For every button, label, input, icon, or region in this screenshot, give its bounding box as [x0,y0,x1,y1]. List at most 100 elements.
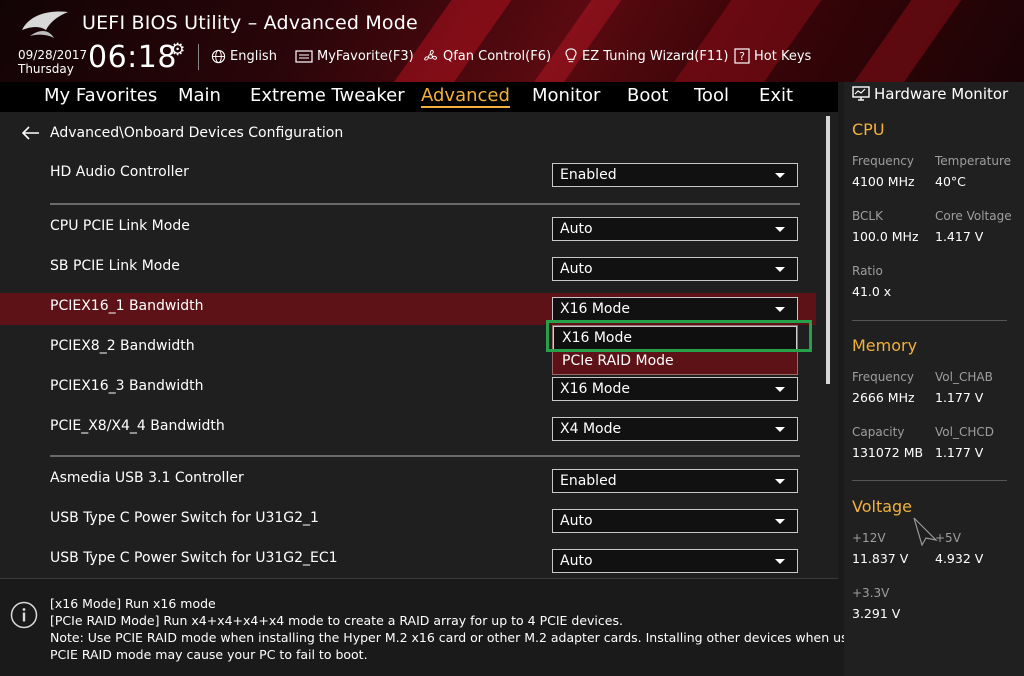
voltage-33v-label: +3.3V [852,586,890,600]
tab-tool[interactable]: Tool [694,85,729,106]
tab-my-favorites[interactable]: My Favorites [44,85,157,106]
dropdown-arrow-icon [775,427,785,432]
tab-extreme-tweaker[interactable]: Extreme Tweaker [250,85,405,106]
memory-vol-chcd-value: 1.177 V [935,445,984,460]
usb-type-c-power-switch-u31g2-ec1-select[interactable]: Auto [552,549,798,573]
dropdown-arrow-icon [775,227,785,232]
pciex16-1-bandwidth-select[interactable]: X16 Mode [552,297,798,321]
cpu-ratio-label: Ratio [852,264,883,278]
memory-vol-chab-label: Vol_CHAB [935,370,993,384]
cpu-core-voltage-value: 1.417 V [935,229,984,244]
select-value: X16 Mode [560,381,630,397]
section-divider [50,203,800,205]
usb-type-c-power-switch-u31g2-1-select[interactable]: Auto [552,509,798,533]
tab-exit[interactable]: Exit [759,85,793,106]
help-text-line: Note: Use PCIE RAID mode when installing… [50,630,867,645]
memory-vol-chcd-label: Vol_CHCD [935,425,994,439]
cpu-temperature-value: 40°C [935,174,966,189]
tab-monitor[interactable]: Monitor [532,85,600,106]
help-info-panel: [x16 Mode] Run x16 mode [PCIe RAID Mode]… [0,578,867,676]
asmedia-usb31-controller-select[interactable]: Enabled [552,469,798,493]
pciex16-3-bandwidth-label: PCIEX16_3 Bandwidth [50,378,204,394]
question-icon: ? [734,48,750,64]
breadcrumb-path: Advanced\Onboard Devices Configuration [50,125,344,141]
hw-divider [852,320,1007,321]
usb-type-c-power-switch-u31g2-1-label: USB Type C Power Switch for U31G2_1 [50,510,319,526]
main-menu-bar: My Favorites Main Extreme Tweaker Advanc… [0,82,838,112]
pcie-x8-x4-4-bandwidth-select[interactable]: X4 Mode [552,417,798,441]
pciex16-3-bandwidth-select[interactable]: X16 Mode [552,377,798,401]
svg-text:?: ? [739,50,745,63]
fan-icon [424,49,438,61]
keyboard-icon [295,49,313,63]
info-icon [10,601,38,629]
select-value: X4 Mode [560,421,622,437]
help-text-line: PCIE RAID mode may cause your PC to fail… [50,647,368,662]
monitor-icon [852,86,870,101]
breadcrumb: Advanced\Onboard Devices Configuration [22,125,343,141]
voltage-heading: Voltage [852,497,913,516]
hot-keys-button[interactable]: ? Hot Keys [734,47,811,65]
voltage-5v-label: +5V [935,531,961,545]
select-value: Auto [560,221,593,237]
select-value: Auto [560,261,593,277]
cpu-frequency-value: 4100 MHz [852,174,915,189]
sb-pcie-link-mode-label: SB PCIE Link Mode [50,258,180,274]
myfavorite-button[interactable]: MyFavorite(F3) [295,47,414,65]
cpu-pcie-link-mode-select[interactable]: Auto [552,217,798,241]
hardware-monitor-label: Hardware Monitor [874,85,1009,103]
header-decoration [841,0,969,82]
tab-advanced[interactable]: Advanced [421,85,510,108]
clock-time: 06:18 [88,40,177,75]
lightbulb-icon [565,47,577,62]
date-display: 09/28/2017 Thursday [18,48,87,76]
dropdown-option-x16-mode[interactable]: X16 Mode [553,326,797,350]
memory-capacity-label: Capacity [852,425,905,439]
hd-audio-controller-label: HD Audio Controller [50,164,189,180]
language-label: English [230,48,277,64]
select-value: X16 Mode [560,301,630,317]
back-arrow-icon[interactable] [22,126,40,140]
section-divider [50,455,800,457]
sb-pcie-link-mode-select[interactable]: Auto [552,257,798,281]
dropdown-arrow-icon [775,267,785,272]
settings-panel: Advanced\Onboard Devices Configuration H… [0,112,838,578]
cpu-frequency-label: Frequency [852,154,914,168]
qfan-control-button[interactable]: Qfan Control(F6) [422,47,551,65]
voltage-12v-label: +12V [852,531,886,545]
memory-heading: Memory [852,336,918,355]
dropdown-arrow-icon [775,479,785,484]
usb-type-c-power-switch-u31g2-ec1-label: USB Type C Power Switch for U31G2_EC1 [50,550,338,566]
select-value: Auto [560,513,593,529]
language-button[interactable]: English [211,47,277,65]
dropdown-arrow-icon [775,173,785,178]
clock-settings-gear-icon[interactable]: ⚙ [170,40,185,60]
pciex8-2-bandwidth-label: PCIEX8_2 Bandwidth [50,338,195,354]
dropdown-arrow-icon [775,519,785,524]
select-value: Auto [560,553,593,569]
hot-keys-label: Hot Keys [754,48,812,64]
memory-vol-chab-value: 1.177 V [935,390,984,405]
qfan-label: Qfan Control(F6) [443,48,552,64]
memory-frequency-value: 2666 MHz [852,390,915,405]
cpu-heading: CPU [852,120,885,139]
top-header: UEFI BIOS Utility – Advanced Mode 09/28/… [0,0,1024,82]
date-text: 09/28/2017 [18,48,88,62]
ez-tuning-wizard-button[interactable]: EZ Tuning Wizard(F11) [564,47,728,65]
cpu-temperature-label: Temperature [935,154,1012,168]
memory-capacity-value: 131072 MB [852,445,924,460]
dropdown-option-pcie-raid-mode[interactable]: PCIe RAID Mode [553,350,797,374]
scrollbar[interactable] [826,116,830,384]
cpu-core-voltage-label: Core Voltage [935,209,1012,223]
myfavorite-label: MyFavorite(F3) [317,48,414,64]
hardware-monitor-panel: Hardware Monitor CPU Frequency Temperatu… [844,82,1024,676]
hd-audio-controller-select[interactable]: Enabled [552,163,798,187]
asmedia-usb31-controller-label: Asmedia USB 3.1 Controller [50,470,244,486]
select-value: Enabled [560,473,617,489]
dropdown-arrow-icon [775,559,785,564]
dropdown-arrow-icon [775,387,785,392]
tab-main[interactable]: Main [178,85,221,106]
voltage-12v-value: 11.837 V [852,551,909,566]
tab-boot[interactable]: Boot [627,85,668,106]
help-text-line: [x16 Mode] Run x16 mode [50,596,216,611]
